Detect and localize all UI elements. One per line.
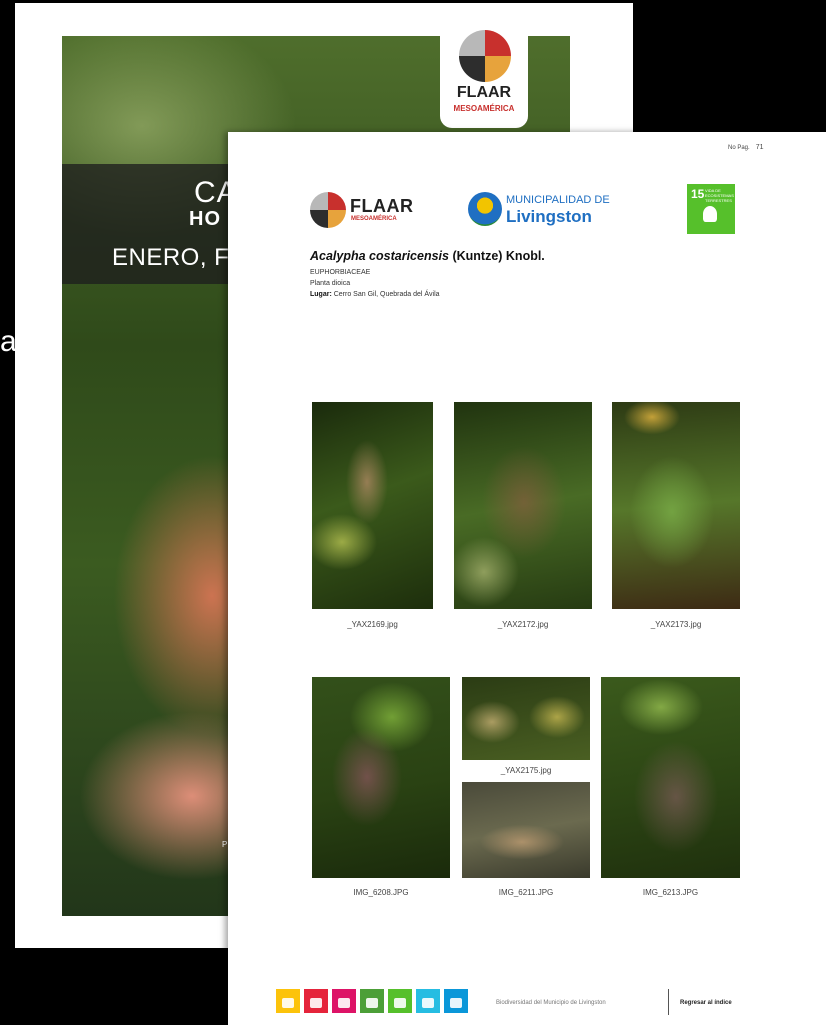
photo-caption-5: _YAX2175.jpg (500, 766, 552, 775)
sdg-15-text: VIDA DE ECOSISTEMAS TERRESTRES (705, 188, 734, 203)
plant-photo-6[interactable] (462, 782, 590, 878)
footer-text: Biodiversidad del Municipio de Livingsto… (496, 1000, 606, 1006)
photo-caption-2: _YAX2172.jpg (497, 620, 549, 629)
catalog-page: No Pag. 71 FLAAR MESOAMÉRICA MUNICIPALIDA… (228, 132, 826, 1025)
flaar-logo-icon (310, 192, 346, 228)
sdg-badge-5-icon (388, 989, 412, 1013)
flaar-logo-name: FLAAR (350, 196, 414, 216)
flaar-logo-icon (459, 30, 511, 82)
cover-date: ENERO, F (112, 244, 230, 271)
species-family: EUPHORBIACEAE (310, 269, 371, 276)
cover-flaar-logo: FLAAR MESOAMÉRICA (440, 20, 528, 128)
photo-caption-4: IMG_6208.JPG (353, 888, 409, 897)
sdg-badge-6-icon (416, 989, 440, 1013)
cover-logo-sub: MESOAMÉRICA (453, 104, 515, 113)
sdg-15-badge: 15 VIDA DE ECOSISTEMAS TERRESTRES (687, 184, 735, 234)
plant-photo-5[interactable] (462, 677, 590, 760)
photo-caption-7: IMG_6213.JPG (642, 888, 699, 897)
sdg-badge-1-icon (276, 989, 300, 1013)
plant-photo-7[interactable] (601, 677, 740, 878)
footer-divider (668, 989, 669, 1015)
back-to-index-link[interactable]: Regresar al índice (680, 1000, 732, 1006)
plant-photo-2[interactable] (454, 402, 592, 609)
municipality-seal-icon (468, 192, 502, 226)
cover-credit: P (222, 840, 228, 849)
sdg-badge-7-icon (444, 989, 468, 1013)
species-binomial: Acalypha costaricensis (310, 249, 449, 263)
page-number-value: 71 (755, 144, 764, 151)
plant-photo-3[interactable] (612, 402, 740, 609)
tree-icon (703, 206, 717, 222)
municipality-line2: Livingston (506, 207, 592, 226)
species-author: (Kuntze) Knobl. (448, 249, 545, 263)
plant-photo-1[interactable] (312, 402, 433, 609)
municipality-logo: MUNICIPALIDAD DE Livingston (468, 190, 618, 230)
photo-caption-3: _YAX2173.jpg (650, 620, 702, 629)
page-number: No Pag. 71 (728, 144, 763, 151)
cover-subtitle: HO (189, 208, 221, 230)
sdg-badge-2-icon (304, 989, 328, 1013)
photo-caption-1: _YAX2169.jpg (347, 620, 398, 629)
sdg-badge-3-icon (332, 989, 356, 1013)
species-name: Acalypha costaricensis (Kuntze) Knobl. (310, 249, 545, 263)
photo-caption-6: IMG_6211.JPG (498, 888, 554, 897)
cover-logo-name: FLAAR (456, 84, 512, 101)
page-number-label: No Pag. (728, 145, 750, 151)
sdg-badge-4-icon (360, 989, 384, 1013)
flaar-logo-sub: MESOAMÉRICA (351, 216, 397, 222)
flaar-logo: FLAAR MESOAMÉRICA (310, 192, 420, 228)
sdg-15-number: 15 (691, 187, 705, 201)
place-label: Lugar: (310, 291, 332, 298)
place-value: Cerro San Gil, Quebrada del Ávila (331, 291, 440, 298)
plant-type: Planta dioica (310, 280, 351, 287)
plant-photo-4[interactable] (312, 677, 450, 878)
collection-place: Lugar: Cerro San Gil, Quebrada del Ávila (310, 291, 440, 298)
municipality-line1: MUNICIPALIDAD DE (506, 194, 610, 206)
